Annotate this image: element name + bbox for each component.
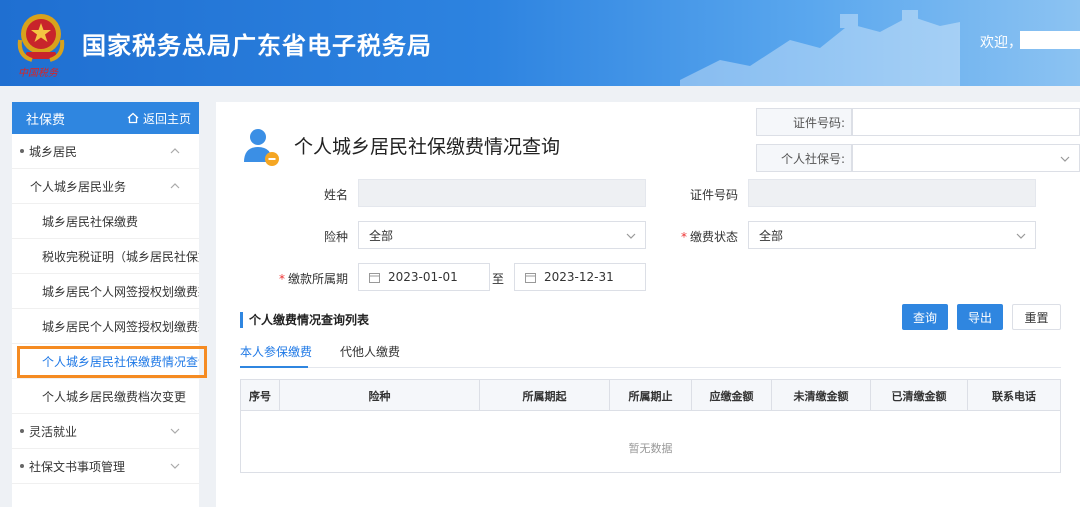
sidebar-item-level-change[interactable]: 个人城乡居民缴费档次变更 [12, 379, 199, 414]
column-header: 所属期止 [610, 380, 692, 411]
table-header: 序号 险种 所属期起 所属期止 应缴金额 未清缴金额 已清缴金额 联系电话 [241, 380, 1060, 411]
main-panel: 个人城乡居民社保缴费情况查询 证件号码: 个人社保号: 姓名 证件号码 险种 全… [216, 102, 1080, 507]
period-separator: 至 [491, 272, 504, 286]
chevron-down-icon [170, 463, 180, 469]
sidebar-item-urban-rural[interactable]: 城乡居民 [12, 134, 199, 169]
tab-bar: 本人参保缴费 代他人缴费 [240, 338, 1061, 368]
column-header: 险种 [280, 380, 480, 411]
sidebar-title: 社保费 [26, 112, 66, 128]
tab-self-payment[interactable]: 本人参保缴费 [240, 343, 312, 360]
tax-emblem-icon [17, 14, 65, 62]
site-title: 国家税务总局广东省电子税务局 [82, 32, 432, 60]
column-header: 联系电话 [992, 389, 1036, 403]
id-field [748, 179, 1036, 207]
sidebar-item-label: 城乡居民 [29, 144, 78, 159]
payment-status-value: 全部 [759, 228, 784, 243]
sidebar: 社保费 返回主页 城乡居民 个人城乡居民业务 城乡居民社保缴费 税收完税证明（城… [12, 102, 199, 507]
payment-period-label: * 缴款所属期 [278, 272, 348, 286]
results-table: 序号 险种 所属期起 所属期止 应缴金额 未清缴金额 已清缴金额 联系电话 暂无… [240, 379, 1061, 473]
insurance-type-select[interactable]: 全部 [358, 221, 646, 249]
bullet-icon [20, 464, 24, 468]
sidebar-item-label: 个人城乡居民缴费档次变更 [42, 389, 187, 404]
insurance-type-value: 全部 [369, 228, 394, 243]
chevron-up-icon [170, 148, 180, 154]
chevron-down-icon [170, 428, 180, 434]
name-field [358, 179, 646, 207]
sidebar-item-label: 城乡居民个人网签授权划缴费款 [42, 319, 199, 334]
emblem-caption: 中国税务 [18, 68, 58, 79]
sidebar-item-label: 税收完税证明（城乡居民社保文 [42, 249, 199, 264]
sidebar-item-label: 灵活就业 [29, 424, 78, 439]
redacted-username [1020, 31, 1080, 49]
calendar-icon [369, 272, 380, 283]
sidebar-header: 社保费 返回主页 [12, 102, 199, 134]
social-security-label: 个人社保号: [756, 144, 852, 172]
payment-status-label: * 缴费状态 [680, 230, 738, 244]
calendar-icon [525, 272, 536, 283]
id-label: 证件号码 [689, 188, 738, 202]
home-link[interactable]: 返回主页 [127, 110, 191, 127]
home-icon [127, 112, 139, 124]
chevron-down-icon [1060, 156, 1070, 162]
query-button[interactable]: 查询 [902, 304, 948, 330]
reset-button[interactable]: 重置 [1012, 304, 1061, 330]
sidebar-item-flexible-employment[interactable]: 灵活就业 [12, 414, 199, 449]
social-security-select[interactable] [852, 144, 1080, 172]
column-header: 序号 [241, 380, 280, 411]
welcome-text: 欢迎， [980, 35, 1022, 51]
site-header: 中国税务 国家税务总局广东省电子税务局 欢迎， [0, 0, 1080, 86]
person-icon [244, 129, 279, 166]
sidebar-item-online-authorization-1[interactable]: 城乡居民个人网签授权划缴费款 [12, 274, 199, 309]
page-title: 个人城乡居民社保缴费情况查询 [294, 136, 561, 158]
export-button[interactable]: 导出 [957, 304, 1003, 330]
sidebar-item-label: 个人城乡居民业务 [30, 179, 127, 194]
sidebar-item-online-authorization-2[interactable]: 城乡居民个人网签授权划缴费款 [12, 309, 199, 344]
column-header: 所属期起 [480, 380, 610, 411]
sidebar-item-label: 个人城乡居民社保缴费情况查询 [42, 354, 199, 369]
period-start-date[interactable]: 2023-01-01 [358, 263, 490, 291]
chevron-down-icon [626, 233, 636, 239]
column-header: 未清缴金额 [772, 380, 871, 411]
chevron-down-icon [1016, 233, 1026, 239]
name-label: 姓名 [323, 188, 348, 202]
id-number-input[interactable] [852, 108, 1080, 136]
empty-state: 暂无数据 [628, 442, 673, 455]
period-start-value: 2023-01-01 [388, 270, 458, 284]
sidebar-item-label: 城乡居民个人网签授权划缴费款 [42, 284, 199, 299]
great-wall-decoration [680, 10, 960, 86]
bullet-icon [20, 149, 24, 153]
tab-proxy-payment[interactable]: 代他人缴费 [340, 343, 400, 360]
bullet-icon [20, 429, 24, 433]
sidebar-item-document-management[interactable]: 社保文书事项管理 [12, 449, 199, 484]
sidebar-item-label: 社保文书事项管理 [29, 459, 126, 474]
sidebar-item-personal-business[interactable]: 个人城乡居民业务 [12, 169, 199, 204]
period-end-value: 2023-12-31 [544, 270, 614, 284]
column-header: 已清缴金额 [871, 380, 968, 411]
home-link-label: 返回主页 [142, 111, 191, 126]
payment-status-select[interactable]: 全部 [748, 221, 1036, 249]
chevron-up-icon [170, 183, 180, 189]
sidebar-item-label: 城乡居民社保缴费 [42, 214, 139, 229]
sidebar-item-social-payment[interactable]: 城乡居民社保缴费 [12, 204, 199, 239]
id-number-label: 证件号码: [756, 108, 852, 136]
period-end-date[interactable]: 2023-12-31 [514, 263, 646, 291]
sidebar-item-payment-query[interactable]: 个人城乡居民社保缴费情况查询 [12, 344, 199, 379]
sidebar-item-tax-certificate[interactable]: 税收完税证明（城乡居民社保文 [12, 239, 199, 274]
column-header: 应缴金额 [692, 380, 772, 411]
insurance-type-label: 险种 [323, 230, 348, 244]
list-title: 个人缴费情况查询列表 [240, 312, 369, 328]
active-tab-indicator [240, 366, 308, 368]
